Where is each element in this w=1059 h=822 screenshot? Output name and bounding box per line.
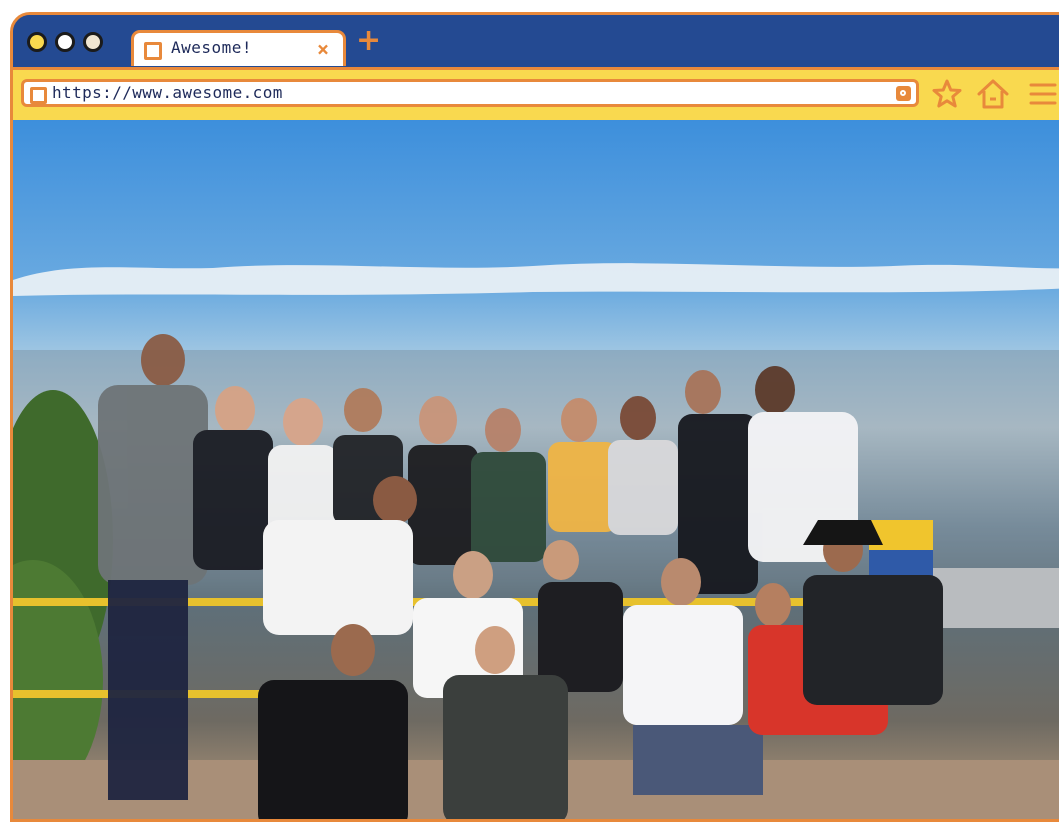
menu-icon[interactable] — [1027, 78, 1059, 110]
close-dot[interactable] — [27, 32, 47, 52]
url-text: https://www.awesome.com — [52, 83, 283, 102]
star-icon[interactable] — [931, 78, 963, 110]
url-favicon-icon — [30, 87, 47, 104]
tab-close-icon[interactable]: × — [317, 37, 329, 61]
address-bar: https://www.awesome.com — [13, 67, 1059, 123]
browser-window: Awesome! × + https://www.awesome.com — [10, 12, 1059, 822]
new-tab-icon[interactable]: + — [356, 26, 381, 56]
group-photo-scene — [13, 263, 1059, 819]
group-photo — [13, 120, 1059, 819]
browser-tab[interactable]: Awesome! × — [131, 30, 346, 66]
tab-favicon-icon — [144, 42, 162, 60]
url-search-icon[interactable] — [896, 86, 911, 101]
minimize-dot[interactable] — [55, 32, 75, 52]
tab-title: Awesome! — [171, 38, 253, 57]
url-field[interactable]: https://www.awesome.com — [21, 79, 919, 107]
home-icon[interactable] — [976, 78, 1010, 110]
maximize-dot[interactable] — [83, 32, 103, 52]
title-bar: Awesome! × + — [13, 15, 1059, 67]
